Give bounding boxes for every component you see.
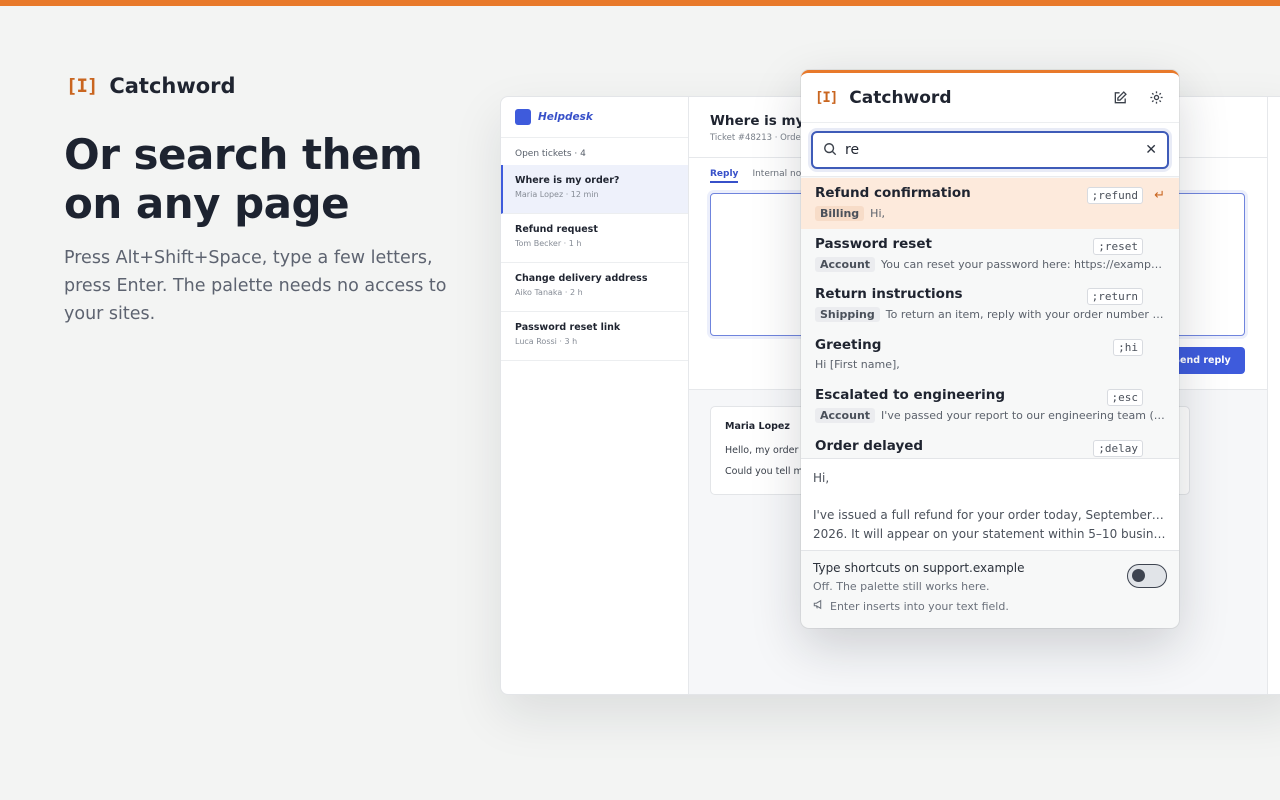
list-item[interactable]: Password reset Account You can reset your… — [801, 229, 1179, 280]
ticket-meta: Luca Rossi · 3 h — [515, 337, 578, 346]
palette-footer: Type shortcuts on support.example Off. T… — [801, 551, 1179, 628]
palette-title: Catchword — [849, 87, 952, 108]
snippet-summary: Billing Hi, — [815, 206, 1165, 221]
ticket-title: Refund request — [515, 224, 598, 235]
category-badge: Account — [815, 408, 876, 423]
palette-search-wrap: ✕ — [801, 123, 1179, 177]
snippet-summary: Hi [First name], — [815, 358, 1165, 371]
ticket-title: Change delivery address — [515, 273, 648, 284]
catchword-palette: [I] Catchword ✕ Refund confirmation Bill… — [801, 70, 1179, 628]
tab-reply[interactable]: Reply — [710, 169, 739, 183]
catchword-logo-icon: [I] — [66, 75, 98, 97]
ticket-meta: Maria Lopez · 12 min — [515, 190, 599, 199]
category-badge: Account — [815, 256, 876, 272]
helpdesk-logo-icon — [515, 109, 531, 125]
site-shortcuts-status: Off. The palette still works here. — [813, 580, 990, 593]
search-icon — [823, 141, 837, 160]
snippet-text: To return an item, reply with your order… — [885, 308, 1165, 321]
details-panel — [1267, 97, 1280, 694]
snippet-list: Refund confirmation Billing Hi, ;refund ↵… — [801, 178, 1179, 458]
snippet-summary: Account I've passed your report to our en… — [815, 408, 1165, 423]
helpdesk-sidebar: Helpdesk Open tickets · 4 Where is my or… — [501, 97, 689, 694]
list-item[interactable]: Greeting Hi [First name], ;hi — [801, 330, 1179, 381]
enter-hint: Enter inserts into your text field. — [813, 599, 1167, 613]
close-icon[interactable]: ✕ — [1145, 142, 1157, 158]
snippet-text: You can reset your password here: https:… — [881, 257, 1165, 271]
catchword-logo-icon: [I] — [815, 89, 838, 106]
list-item[interactable]: Refund confirmation Billing Hi, ;refund ↵ — [801, 178, 1179, 229]
list-item[interactable]: Escalated to engineering Account I've pas… — [801, 380, 1179, 431]
palette-header: [I] Catchword — [801, 73, 1179, 123]
snippet-summary: Shipping To return an item, reply with yo… — [815, 307, 1165, 322]
ticket-item[interactable]: Where is my order? Maria Lopez · 12 min — [501, 165, 688, 214]
shortcut-badge: ;esc — [1106, 389, 1143, 406]
enter-hint-text: Enter inserts into your text field. — [830, 599, 1009, 613]
shortcut-badge: ;reset — [1093, 237, 1143, 255]
snippet-text: Hi [First name], — [815, 357, 900, 371]
category-badge: Shipping — [815, 307, 880, 322]
snippet-summary: Account You can reset your password here:… — [815, 256, 1165, 272]
open-tickets-count: Open tickets · 4 — [515, 149, 586, 159]
ticket-item[interactable]: Change delivery address Aiko Tanaka · 2 … — [501, 263, 688, 312]
edit-icon[interactable] — [1111, 89, 1129, 107]
megaphone-icon — [813, 599, 825, 613]
list-item[interactable]: Order delayed ;delay — [801, 431, 1179, 459]
preview-line: I've issued a full refund for your order… — [813, 508, 1167, 522]
enter-icon: ↵ — [1154, 188, 1165, 203]
hero-subtitle: Press Alt+Shift+Space, type a few letter… — [64, 248, 447, 324]
composer-tabs: Reply Internal note — [710, 169, 810, 183]
preview-line: Hi, — [813, 471, 830, 485]
snippet-text: Hi, — [870, 207, 885, 220]
top-accent-bar — [0, 0, 1280, 6]
snippet-text: I've passed your report to our engineeri… — [881, 409, 1165, 422]
ticket-item[interactable]: Refund request Tom Becker · 1 h — [501, 214, 688, 263]
list-item[interactable]: Return instructions Shipping To return an… — [801, 279, 1179, 330]
site-shortcuts-toggle[interactable] — [1127, 564, 1167, 588]
shortcut-badge: ;refund — [1086, 187, 1143, 204]
snippet-preview: Hi, I've issued a full refund for your o… — [801, 458, 1179, 551]
brand-name: Catchword — [109, 74, 236, 98]
ticket-title: Password reset link — [515, 322, 621, 333]
ticket-meta: Tom Becker · 1 h — [515, 239, 582, 248]
hero-title: Or search them on any page — [64, 130, 423, 228]
helpdesk-name: Helpdesk — [538, 111, 593, 123]
ticket-item[interactable]: Password reset link Luca Rossi · 3 h — [501, 312, 688, 361]
palette-search: ✕ — [811, 131, 1169, 169]
category-badge: Billing — [815, 206, 865, 221]
brand: [I] Catchword — [66, 74, 236, 98]
shortcut-badge: ;return — [1086, 288, 1143, 305]
preview-line: 2026. It will appear on your statement w… — [813, 527, 1167, 541]
search-input[interactable] — [845, 142, 1146, 158]
shortcut-badge: ;delay — [1093, 439, 1143, 457]
toggle-knob — [1132, 569, 1145, 582]
gear-icon[interactable] — [1147, 89, 1165, 107]
shortcut-badge: ;hi — [1113, 338, 1143, 356]
ticket-title: Where is my order? — [515, 175, 620, 186]
site-shortcuts-label: Type shortcuts on support.example — [813, 561, 1025, 575]
helpdesk-header: Helpdesk — [501, 97, 688, 138]
ticket-meta: Aiko Tanaka · 2 h — [515, 288, 583, 297]
